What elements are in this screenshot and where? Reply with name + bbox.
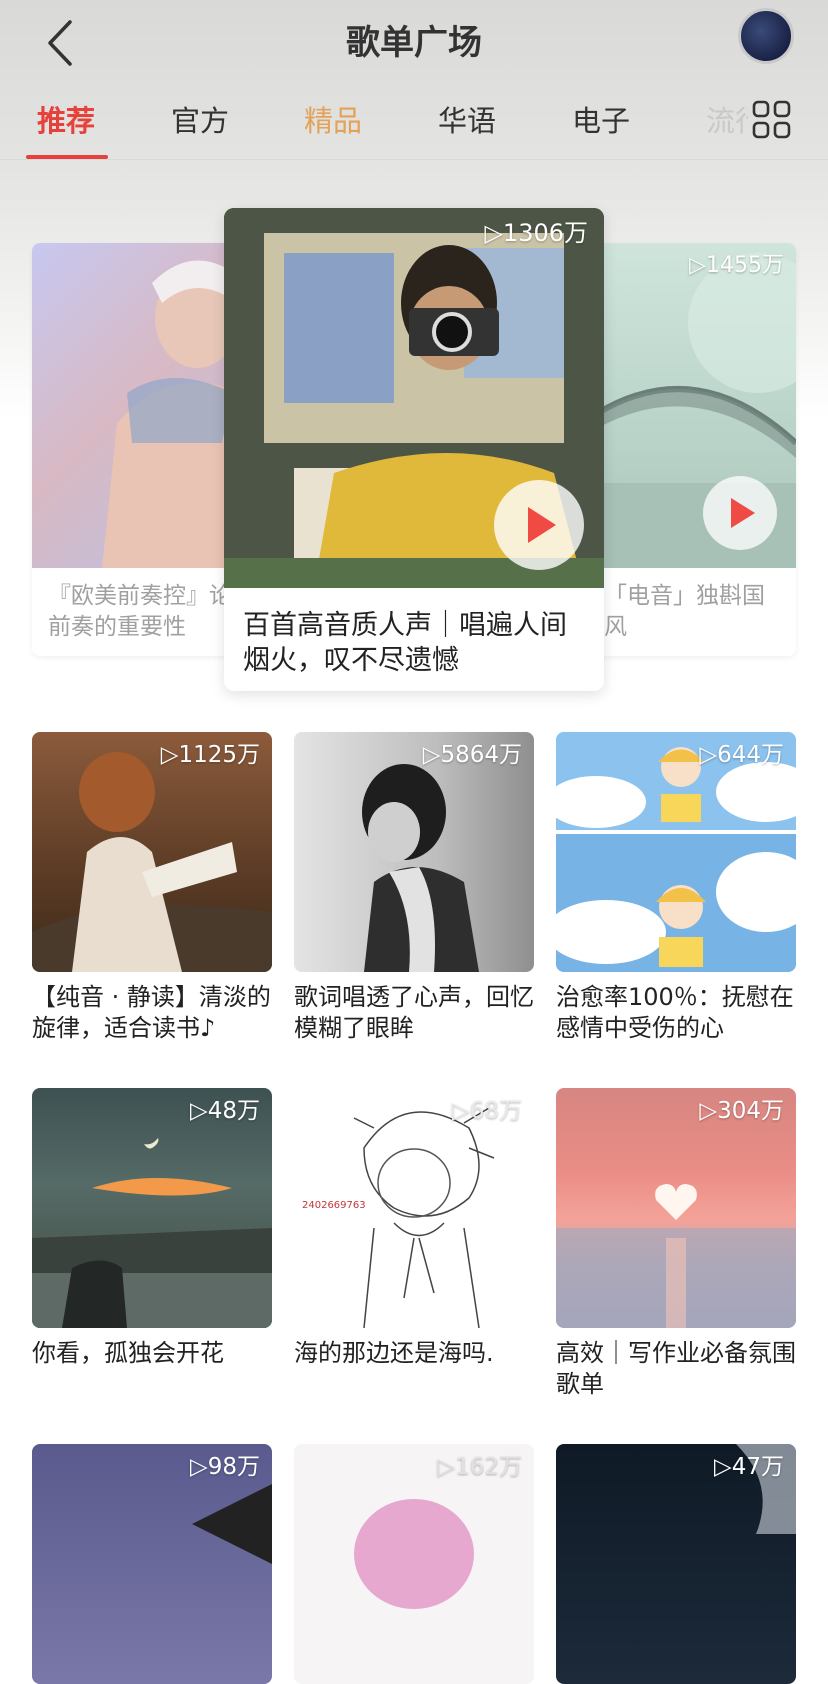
play-count-value: 98万 — [207, 1454, 260, 1480]
play-count-value: 162万 — [455, 1454, 522, 1480]
play-triangle-icon: ▷ — [160, 742, 179, 768]
tab-pop[interactable]: 流行 — [706, 95, 748, 147]
play-triangle-icon: ▷ — [190, 1098, 208, 1124]
carousel-card-center[interactable]: ▷1306万 百首高音质人声｜唱遍人间烟火，叹不尽遗憾 — [224, 208, 604, 691]
playlist-cover: ▷98万 — [32, 1444, 272, 1684]
play-triangle-icon: ▷ — [699, 742, 718, 768]
play-count: ▷304万 — [699, 1098, 784, 1124]
play-triangle-icon: ▷ — [190, 1454, 208, 1480]
user-avatar[interactable] — [738, 8, 794, 64]
category-tabs: 推荐 官方 精品 华语 电子 流行 — [0, 95, 828, 160]
play-count: ▷68万 — [452, 1098, 522, 1124]
play-count-value: 47万 — [731, 1454, 784, 1480]
play-count: ▷1125万 — [161, 742, 260, 768]
play-triangle-icon: ▷ — [714, 1454, 732, 1480]
playlist-title: 「电音」独斟国风 — [604, 583, 765, 640]
tab-chinese[interactable]: 华语 — [438, 95, 496, 147]
tab-official[interactable]: 官方 — [171, 95, 229, 147]
play-count: ▷48万 — [190, 1098, 260, 1124]
active-tab-indicator — [26, 155, 108, 159]
playlist-cover: ▷48万 — [32, 1088, 272, 1328]
playlist-title: 治愈率100％：抚慰在感情中受伤的心 — [556, 983, 794, 1042]
play-count-value: 5864万 — [440, 742, 522, 768]
tab-premium[interactable]: 精品 — [304, 95, 362, 147]
tab-recommended[interactable]: 推荐 — [37, 95, 95, 147]
playlist-cover: ▷1125万 — [32, 732, 272, 972]
playlist-cover: ▷304万 — [556, 1088, 796, 1328]
play-count-value: 1306万 — [502, 219, 588, 247]
navigation-bar: 歌单广场 — [0, 0, 828, 90]
play-triangle-icon: ▷ — [437, 1454, 456, 1480]
play-button[interactable] — [703, 476, 777, 550]
playlist-title: 高效｜写作业必备氛围歌单 — [556, 1339, 796, 1398]
playlist-cover: ▷1306万 — [224, 208, 604, 588]
playlist-cover: ▷47万 — [556, 1444, 796, 1684]
play-count-value: 68万 — [469, 1098, 522, 1124]
playlist-cover: ▷644万 — [556, 732, 796, 972]
play-count: ▷644万 — [699, 742, 784, 768]
play-icon — [731, 498, 755, 528]
play-triangle-icon: ▷ — [689, 253, 706, 278]
play-count: ▷47万 — [714, 1454, 784, 1480]
play-count-value: 48万 — [207, 1098, 260, 1124]
playlist-cover: 2402669763 ▷68万 — [294, 1088, 534, 1328]
playlist-title: 百首高音质人声｜唱遍人间烟火，叹不尽遗憾 — [243, 610, 567, 676]
play-triangle-icon: ▷ — [422, 742, 441, 768]
play-count-value: 644万 — [717, 742, 784, 768]
playlist-title: 【纯音 · 静读】清淡的旋律，适合读书♪ — [32, 983, 271, 1042]
playlist-cover: ▷5864万 — [294, 732, 534, 972]
page-title: 歌单广场 — [346, 23, 482, 63]
play-icon — [528, 507, 556, 543]
tab-electronic[interactable]: 电子 — [572, 95, 630, 147]
svg-text:2402669763: 2402669763 — [302, 1200, 366, 1211]
play-count-value: 1125万 — [178, 742, 260, 768]
play-button[interactable] — [494, 480, 584, 570]
category-grid-icon[interactable] — [752, 100, 792, 140]
play-count-value: 304万 — [717, 1098, 784, 1124]
play-triangle-icon: ▷ — [699, 1098, 718, 1124]
play-count: ▷98万 — [190, 1454, 260, 1480]
playlist-title: 歌词唱透了心声，回忆模糊了眼眸 — [294, 983, 534, 1042]
playlist-title: 你看，孤独会开花 — [32, 1339, 224, 1367]
play-count: ▷1306万 — [484, 220, 588, 246]
play-count-value: 1455万 — [706, 253, 784, 278]
play-triangle-icon: ▷ — [484, 219, 503, 247]
play-count: ▷5864万 — [423, 742, 522, 768]
playlist-cover: ▷162万 — [294, 1444, 534, 1684]
play-triangle-icon: ▷ — [452, 1098, 470, 1124]
playlist-title: 海的那边还是海吗. — [294, 1339, 494, 1367]
play-count: ▷1455万 — [689, 253, 784, 279]
play-count: ▷162万 — [437, 1454, 522, 1480]
